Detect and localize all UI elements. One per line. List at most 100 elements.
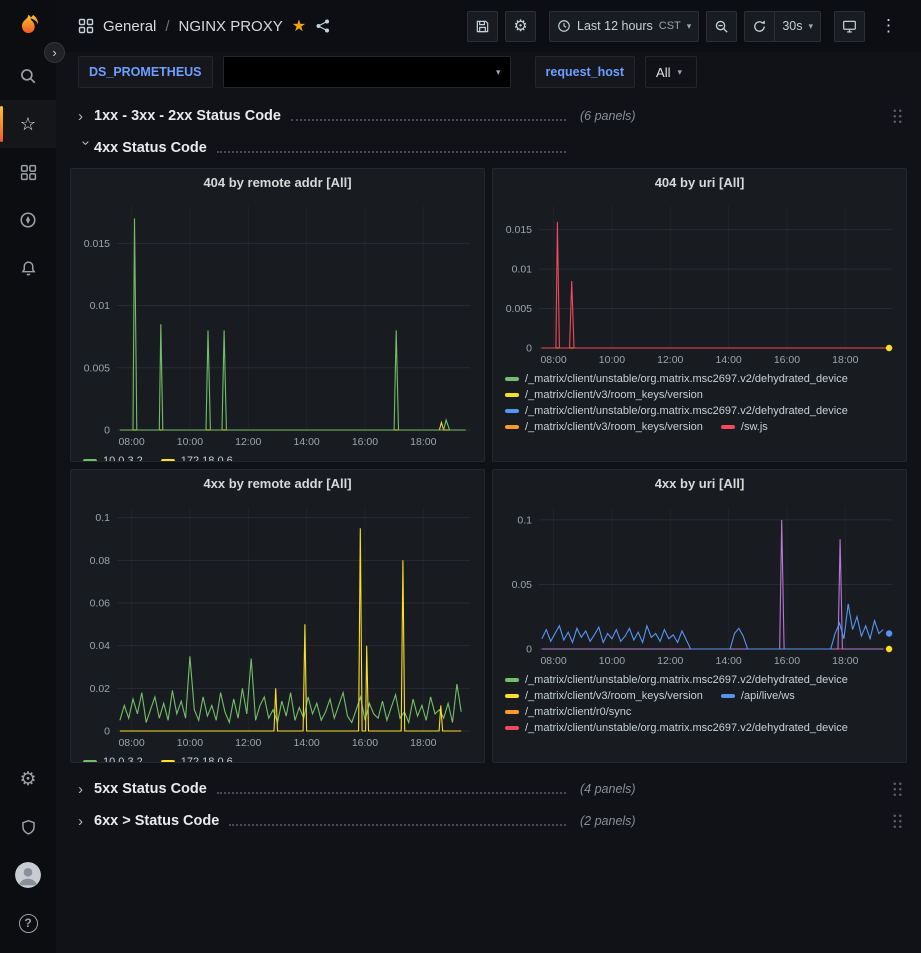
variable-request-host-value: All [656,65,670,80]
star-icon: ☆ [20,114,36,135]
refresh-button[interactable] [744,11,775,42]
legend-item[interactable]: 172.18.0.6 [161,756,233,763]
sidebar: › ☆ ⚙ [0,0,56,953]
row-header-1xx-3xx-2xx[interactable]: › 1xx - 3xx - 2xx Status Code (6 panels) [70,100,907,132]
breadcrumb-dashboard-title[interactable]: NGINX PROXY [179,18,283,35]
legend-item[interactable]: /_matrix/client/v3/room_keys/version [505,389,703,401]
sidebar-item-configuration[interactable]: ⚙ [0,755,56,803]
variable-label-datasource[interactable]: DS_PROMETHEUS [78,56,213,88]
sidebar-item-dashboards[interactable] [0,148,56,196]
legend-swatch [505,694,519,698]
svg-text:0.08: 0.08 [90,555,111,567]
sidebar-item-profile[interactable] [0,851,56,899]
svg-text:12:00: 12:00 [235,436,261,448]
chevron-right-icon: › [78,813,94,830]
legend-label: /_matrix/client/unstable/org.matrix.msc2… [525,405,848,417]
row-header-4xx[interactable]: › 4xx Status Code [70,132,907,164]
timeseries-chart[interactable]: 00.020.040.060.080.108:0010:0012:0014:00… [71,497,484,754]
svg-text:0.1: 0.1 [517,514,532,526]
chevron-down-icon: › [78,140,95,156]
legend-item[interactable]: /_matrix/client/unstable/org.matrix.msc2… [505,722,848,734]
row-drag-handle[interactable] [892,108,903,124]
favorite-star-icon[interactable]: ★ [292,16,306,36]
row-title: 1xx - 3xx - 2xx Status Code [94,108,281,124]
timezone-label: CST [659,20,681,32]
legend-item[interactable]: /api/live/ws [721,690,795,702]
sidebar-item-server-admin[interactable] [0,803,56,851]
row-drag-handle[interactable] [892,813,903,829]
panel-header[interactable]: 4xx by uri [All] [493,470,906,497]
svg-text:0: 0 [526,343,532,355]
row-panel-count: (6 panels) [580,109,636,123]
legend-label: 172.18.0.6 [181,756,233,763]
shield-icon [20,819,37,836]
sidebar-expand-button[interactable]: › [44,42,65,63]
svg-text:0.06: 0.06 [90,598,111,610]
sidebar-item-starred[interactable]: ☆ [0,100,56,148]
refresh-group: 30s ▾ [744,11,821,42]
legend-label: 10.0.3.2 [103,756,143,763]
legend-swatch [505,425,519,429]
panel-header[interactable]: 4xx by remote addr [All] [71,470,484,497]
more-menu-button[interactable]: ⋮ [872,11,905,42]
timeseries-chart[interactable]: 00.0050.010.01508:0010:0012:0014:0016:00… [71,196,484,453]
legend-item[interactable]: 172.18.0.6 [161,455,233,462]
time-picker-button[interactable]: Last 12 hours CST ▾ [549,11,699,42]
svg-text:14:00: 14:00 [293,436,319,448]
panel-header[interactable]: 404 by uri [All] [493,169,906,196]
chevron-right-icon: › [78,781,94,798]
panel-404-by-uri: 404 by uri [All] 00.0050.010.01508:0010:… [492,168,907,462]
legend-swatch [505,678,519,682]
panel-4xx-by-remote-addr: 4xx by remote addr [All] 00.020.040.060.… [70,469,485,763]
svg-text:12:00: 12:00 [657,655,683,667]
panel-404-by-remote-addr: 404 by remote addr [All] 00.0050.010.015… [70,168,485,462]
panel-legend: /_matrix/client/unstable/org.matrix.msc2… [493,672,906,762]
svg-text:18:00: 18:00 [410,737,436,749]
panel-grid: 404 by remote addr [All] 00.0050.010.015… [70,168,907,763]
dashboard-settings-button[interactable]: ⚙ [505,11,536,42]
legend-item[interactable]: /_matrix/client/r0/sync [505,706,631,718]
sidebar-item-help[interactable]: ? [0,899,56,947]
variable-request-host-select[interactable]: All ▾ [645,56,697,88]
svg-text:16:00: 16:00 [352,436,378,448]
timeseries-chart[interactable]: 00.0050.010.01508:0010:0012:0014:0016:00… [493,196,906,371]
legend-item[interactable]: /_matrix/client/v3/room_keys/version [505,421,703,433]
dashboard-variables-bar: DS_PROMETHEUS ▾ request_host All ▾ [56,52,921,92]
legend-item[interactable]: /_matrix/client/unstable/org.matrix.msc2… [505,674,848,686]
panel-4xx-by-uri: 4xx by uri [All] 00.050.108:0010:0012:00… [492,469,907,763]
refresh-interval-value: 30s [782,19,802,33]
row-header-6xx[interactable]: › 6xx > Status Code (2 panels) [70,805,907,837]
grafana-flame-icon [15,13,41,39]
dotted-leader [229,824,566,826]
legend-swatch [83,459,97,462]
refresh-interval-dropdown[interactable]: 30s ▾ [775,11,821,42]
row-header-5xx[interactable]: › 5xx Status Code (4 panels) [70,773,907,805]
dotted-leader [217,792,566,794]
clock-icon [557,19,571,33]
save-dashboard-button[interactable] [467,11,498,42]
sidebar-item-alerting[interactable] [0,244,56,292]
tv-mode-button[interactable] [834,11,865,42]
breadcrumb-section[interactable]: General [103,18,156,35]
legend-item[interactable]: 10.0.3.2 [83,756,143,763]
share-icon[interactable] [315,18,331,34]
sidebar-item-explore[interactable] [0,196,56,244]
svg-text:0: 0 [104,726,110,738]
svg-text:0.015: 0.015 [506,224,532,236]
svg-text:14:00: 14:00 [715,354,741,366]
legend-label: /_matrix/client/v3/room_keys/version [525,389,703,401]
legend-item[interactable]: /sw.js [721,421,768,433]
variable-datasource-select[interactable]: ▾ [223,56,511,88]
legend-item[interactable]: /_matrix/client/v3/room_keys/version [505,690,703,702]
timeseries-chart[interactable]: 00.050.108:0010:0012:0014:0016:0018:00 [493,497,906,672]
zoom-out-button[interactable] [706,11,737,42]
legend-label: /_matrix/client/unstable/org.matrix.msc2… [525,373,848,385]
legend-item[interactable]: 10.0.3.2 [83,455,143,462]
row-drag-handle[interactable] [892,781,903,797]
legend-item[interactable]: /_matrix/client/unstable/org.matrix.msc2… [505,373,848,385]
refresh-icon [752,19,767,34]
svg-text:10:00: 10:00 [599,354,625,366]
variable-label-request-host[interactable]: request_host [535,56,636,88]
panel-header[interactable]: 404 by remote addr [All] [71,169,484,196]
legend-item[interactable]: /_matrix/client/unstable/org.matrix.msc2… [505,405,848,417]
